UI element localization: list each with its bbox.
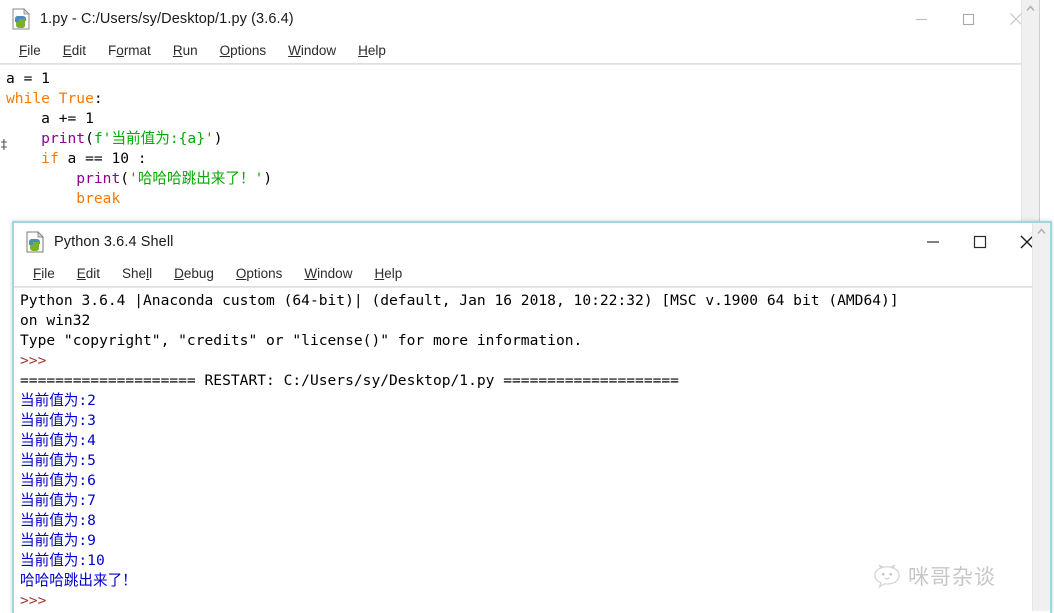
shell-line: 当前值为:5: [20, 451, 1050, 471]
shell-title-text: Python 3.6.4 Shell: [54, 234, 174, 250]
code-line: a = 1: [6, 69, 1039, 89]
text-span: 当前值为:5: [20, 452, 96, 469]
shell-menu-options[interactable]: Options: [225, 266, 294, 281]
text-span: a += 1: [6, 110, 94, 127]
text-span: [6, 170, 76, 187]
code-line: if a == 10 :: [6, 149, 1039, 169]
shell-minimize-button[interactable]: [909, 223, 956, 261]
text-span: >>>: [20, 352, 56, 369]
shell-line: on win32: [20, 311, 1050, 331]
shell-line: 当前值为:3: [20, 411, 1050, 431]
shell-line: 当前值为:10: [20, 551, 1050, 571]
shell-line: Python 3.6.4 |Anaconda custom (64-bit)| …: [20, 291, 1050, 311]
text-span: 当前值为:10: [20, 552, 105, 569]
text-span: 当前值为:7: [20, 492, 96, 509]
shell-menu-debug[interactable]: Debug: [163, 266, 225, 281]
shell-menu-help[interactable]: Help: [363, 266, 413, 281]
shell-line: 当前值为:9: [20, 531, 1050, 551]
editor-title-text: 1.py - C:/Users/sy/Desktop/1.py (3.6.4): [40, 11, 294, 27]
text-span: a = 1: [6, 70, 50, 87]
editor-minimize-button[interactable]: [898, 0, 945, 38]
text-span: 当前值为:3: [20, 412, 96, 429]
editor-menu-options[interactable]: Options: [209, 43, 278, 58]
text-span: ): [213, 130, 223, 147]
shell-line: 当前值为:7: [20, 491, 1050, 511]
editor-code-area[interactable]: a = 1 while True: a += 1 print(f'当前值为:{a}…: [0, 64, 1039, 239]
python-idle-icon: [10, 8, 32, 30]
editor-vertical-scrollbar[interactable]: [1021, 0, 1039, 234]
code-line: print('哈哈哈跳出来了！'): [6, 169, 1039, 189]
text-span: print: [41, 130, 86, 147]
shell-line: 当前值为:8: [20, 511, 1050, 531]
shell-menu-file[interactable]: File: [22, 266, 66, 281]
shell-line: 当前值为:2: [20, 391, 1050, 411]
shell-maximize-button[interactable]: [956, 223, 1003, 261]
shell-menu-edit[interactable]: Edit: [66, 266, 111, 281]
text-span: [6, 130, 41, 147]
shell-output-area[interactable]: Python 3.6.4 |Anaconda custom (64-bit)| …: [14, 287, 1050, 613]
text-span: 当前值为:9: [20, 532, 96, 549]
text-span: on win32: [20, 312, 91, 329]
text-span: (: [120, 170, 130, 187]
text-span: while: [6, 90, 50, 107]
shell-menubar[interactable]: File Edit Shell Debug Options Window Hel…: [14, 261, 1050, 287]
editor-menu-edit[interactable]: Edit: [52, 43, 97, 58]
text-span: (: [85, 130, 94, 147]
idle-editor-window[interactable]: 1.py - C:/Users/sy/Desktop/1.py (3.6.4) …: [0, 0, 1040, 239]
text-span: 哈哈哈跳出来了！: [20, 572, 137, 589]
editor-menu-run[interactable]: Run: [162, 43, 209, 58]
text-span: 当前值为:4: [20, 432, 96, 449]
text-span: :: [93, 90, 103, 107]
shell-line: 当前值为:6: [20, 471, 1050, 491]
shell-line: >>>: [20, 591, 1050, 611]
code-line: print(f'当前值为:{a}'): [6, 129, 1039, 149]
shell-window-controls[interactable]: [909, 223, 1050, 261]
text-span: 当前值为:2: [20, 392, 96, 409]
editor-menu-help[interactable]: Help: [347, 43, 397, 58]
text-span: a == 10 :: [58, 150, 147, 167]
python-idle-icon: [24, 231, 46, 253]
editor-menu-window[interactable]: Window: [277, 43, 347, 58]
text-span: break: [76, 190, 121, 207]
text-span: ==================== RESTART: C:/Users/s…: [20, 372, 679, 389]
shell-menu-shell[interactable]: Shell: [111, 266, 163, 281]
editor-scroll-up-icon[interactable]: [1022, 0, 1039, 17]
text-span: Type "copyright", "credits" or "license(…: [20, 332, 583, 349]
editor-menu-format[interactable]: Format: [97, 43, 162, 58]
shell-line: Type "copyright", "credits" or "license(…: [20, 331, 1050, 351]
text-span: [6, 150, 41, 167]
text-span: Python 3.6.4 |Anaconda custom (64-bit)| …: [20, 292, 899, 309]
shell-line: ==================== RESTART: C:/Users/s…: [20, 371, 1050, 391]
shell-line: >>>: [20, 351, 1050, 371]
text-span: ): [263, 170, 273, 187]
text-span: if: [41, 150, 59, 167]
editor-menu-file[interactable]: File: [8, 43, 52, 58]
text-span: [6, 190, 76, 207]
code-line: while True:: [6, 89, 1039, 109]
shell-titlebar[interactable]: Python 3.6.4 Shell: [14, 223, 1050, 261]
shell-menu-window[interactable]: Window: [293, 266, 363, 281]
editor-window-controls[interactable]: [898, 0, 1039, 38]
text-span: True: [58, 90, 94, 107]
text-span: '哈哈哈跳出来了！': [129, 170, 264, 187]
text-span: 当前值为:8: [20, 512, 96, 529]
shell-line: 当前值为:4: [20, 431, 1050, 451]
code-line: a += 1: [6, 109, 1039, 129]
code-line: break: [6, 189, 1039, 209]
text-span: print: [76, 170, 121, 187]
shell-scroll-up-icon[interactable]: [1033, 223, 1050, 240]
text-span: 当前值为:6: [20, 472, 96, 489]
shell-vertical-scrollbar[interactable]: [1032, 223, 1050, 611]
editor-menubar[interactable]: File Edit Format Run Options Window Help: [0, 38, 1039, 64]
text-span: >>>: [20, 592, 56, 609]
editor-titlebar[interactable]: 1.py - C:/Users/sy/Desktop/1.py (3.6.4): [0, 0, 1039, 38]
editor-clipped-glyph: ‡: [0, 138, 8, 153]
python-shell-window[interactable]: Python 3.6.4 Shell File Edit Shell Debug…: [12, 221, 1052, 613]
text-span: f'当前值为:{a}': [93, 130, 214, 147]
text-span: [50, 90, 59, 107]
editor-maximize-button[interactable]: [945, 0, 992, 38]
shell-line: 哈哈哈跳出来了！: [20, 571, 1050, 591]
